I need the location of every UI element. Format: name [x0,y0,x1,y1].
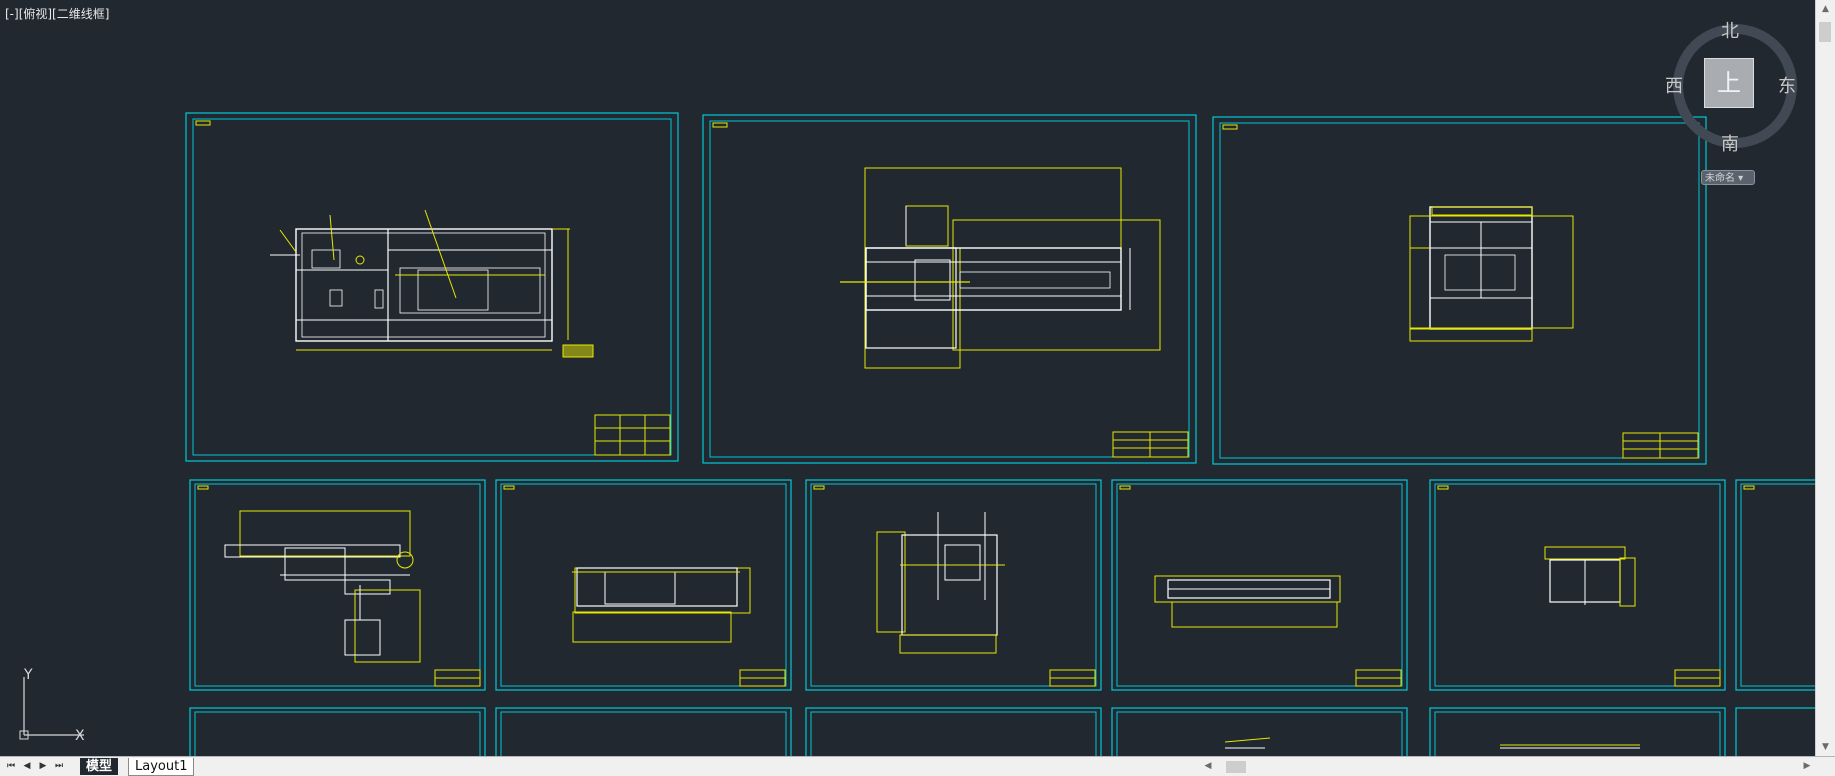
scroll-up-arrow-icon[interactable]: ▲ [1816,0,1835,18]
compass-west[interactable]: 西 [1665,72,1683,98]
view-cube[interactable]: 北 南 西 东 上 未命名 ▾ [1665,12,1800,187]
compass-south[interactable]: 南 [1721,130,1739,156]
wcs-menu[interactable]: 未命名 ▾ [1701,170,1755,185]
compass-east[interactable]: 东 [1778,72,1796,98]
scroll-left-arrow-icon[interactable]: ◀ [1200,758,1216,775]
tab-layout1[interactable]: Layout1 [128,758,195,776]
drawing-viewport[interactable]: [-][俯视][二维线框] 北 南 西 东 上 未命名 ▾ Y X [0,0,1815,756]
ucs-y-label: Y [23,667,33,683]
prev-tab-icon[interactable]: ◀ [20,759,34,774]
viewport-label[interactable]: [-][俯视][二维线框] [5,5,109,22]
horizontal-scrollbar[interactable]: ◀ ▶ [1200,758,1815,775]
model-space-drawing [185,112,1815,756]
view-cube-top-face[interactable]: 上 [1704,58,1754,108]
drawing-sheet-1 [185,112,679,462]
scroll-down-arrow-icon[interactable]: ▼ [1816,738,1835,756]
drawing-sheet-3 [1212,116,1707,465]
vertical-scroll-thumb[interactable] [1819,22,1831,42]
drawing-sheet-row3 [189,707,1815,756]
drawing-sheet-5 [495,479,792,691]
drawing-sheet-6 [805,479,1102,691]
horizontal-scroll-thumb[interactable] [1226,761,1246,773]
scroll-right-arrow-icon[interactable]: ▶ [1799,758,1815,775]
compass-north[interactable]: 北 [1721,17,1739,43]
drawing-sheet-2 [702,114,1197,464]
drawing-sheet-7 [1111,479,1408,691]
drawing-sheet-8 [1429,479,1726,691]
ucs-x-label: X [75,728,85,744]
next-tab-icon[interactable]: ▶ [36,759,50,774]
layout-tab-bar: ⏮ ◀ ▶ ⏭ 模型 Layout1 ◀ ▶ [0,756,1835,776]
drawing-sheet-9 [1735,479,1815,691]
tab-model[interactable]: 模型 [80,758,119,775]
last-tab-icon[interactable]: ⏭ [52,759,66,774]
drawing-sheet-4 [189,479,486,691]
first-tab-icon[interactable]: ⏮ [4,759,18,774]
vertical-scrollbar[interactable]: ▲ ▼ [1815,0,1835,756]
ucs-icon: Y X [19,667,85,744]
